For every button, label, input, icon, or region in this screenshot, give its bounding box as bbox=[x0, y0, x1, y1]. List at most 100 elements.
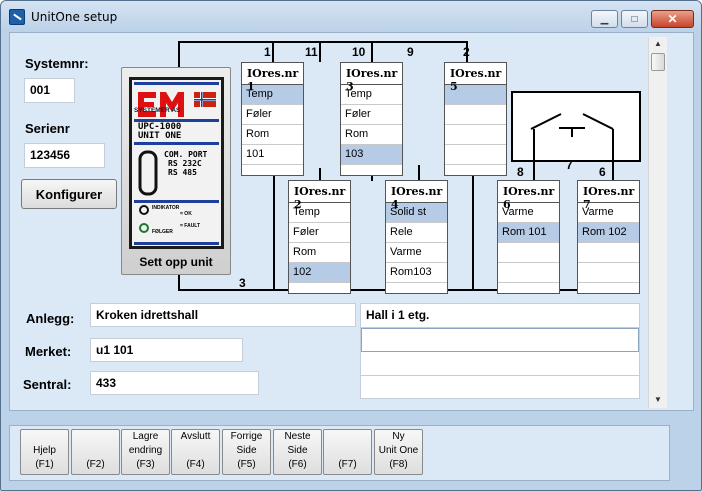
iores-title: IOres.nr 5 bbox=[445, 63, 506, 93]
iores-row[interactable]: Rom bbox=[341, 125, 402, 145]
iores-title: IOres.nr 6 bbox=[498, 181, 559, 211]
fkey-label: (F2) bbox=[86, 459, 105, 470]
fkey-f6-button[interactable]: Neste Side (F6) bbox=[273, 429, 322, 475]
iores-title: IOres.nr 1 bbox=[242, 63, 303, 93]
fkey-f3-button[interactable]: Lagre endring (F3) bbox=[121, 429, 170, 475]
scroll-up-icon[interactable]: ▲ bbox=[649, 37, 667, 51]
iores-row[interactable] bbox=[445, 105, 506, 125]
unit-model-line2: UNIT ONE bbox=[138, 131, 182, 141]
iores-row[interactable]: 102 bbox=[289, 263, 350, 283]
merket-field[interactable]: u1 101 bbox=[90, 338, 243, 362]
wire-number-1: 1 bbox=[264, 45, 271, 59]
iores-title: IOres.nr 2 bbox=[289, 181, 350, 211]
iores-title: IOres.nr 3 bbox=[341, 63, 402, 93]
fkey-f5-button[interactable]: Forrige Side (F5) bbox=[222, 429, 271, 475]
iores-row[interactable]: Rom103 bbox=[386, 263, 447, 283]
fkey-label: (F3) bbox=[136, 459, 155, 470]
unit-configure-button[interactable]: SYSTEMER AS UPC-1000 UNIT ONE COM. PORT … bbox=[121, 67, 231, 275]
iores-row[interactable] bbox=[289, 283, 350, 293]
merket-label: Merket: bbox=[25, 344, 72, 359]
iores-row[interactable]: Varme bbox=[386, 243, 447, 263]
iores-row[interactable] bbox=[341, 165, 402, 175]
iores-row[interactable]: Rom 102 bbox=[578, 223, 639, 243]
iores-box-4[interactable]: IOres.nr 4 Solid st Rele Varme Rom103 bbox=[385, 180, 448, 294]
sentral-field[interactable]: 433 bbox=[90, 371, 259, 395]
iores-box-3[interactable]: IOres.nr 3 Temp Føler Rom 103 bbox=[340, 62, 403, 176]
fkey-label: Side bbox=[287, 445, 308, 456]
app-window: UnitOne setup ▁ □ ✕ Systemnr: 001 Serien… bbox=[0, 0, 702, 491]
iores-row[interactable] bbox=[578, 283, 639, 293]
notes-line[interactable] bbox=[361, 328, 639, 352]
fkey-label: (F4) bbox=[186, 459, 205, 470]
fkey-label: Lagre bbox=[132, 431, 159, 442]
iores-row[interactable] bbox=[498, 283, 559, 293]
fkey-label bbox=[72, 430, 119, 444]
fkey-label bbox=[324, 430, 371, 444]
fkey-f4-button[interactable]: Avslutt (F4) bbox=[171, 429, 220, 475]
iores-row[interactable]: Temp bbox=[242, 85, 303, 105]
iores-box-5[interactable]: IOres.nr 5 bbox=[444, 62, 507, 176]
iores-box-6[interactable]: IOres.nr 6 Varme Rom 101 bbox=[497, 180, 560, 294]
unit-rs232: RS 232C bbox=[168, 159, 202, 168]
notes-field[interactable]: Hall i 1 etg. bbox=[360, 303, 640, 399]
iores-row[interactable] bbox=[242, 165, 303, 175]
iores-row[interactable]: Føler bbox=[242, 105, 303, 125]
unit-device-image: SYSTEMER AS UPC-1000 UNIT ONE COM. PORT … bbox=[129, 77, 224, 249]
notes-line[interactable] bbox=[361, 376, 639, 400]
fkey-label: Hjelp bbox=[33, 445, 56, 456]
anlegg-label: Anlegg: bbox=[26, 311, 75, 326]
wire-number-3: 3 bbox=[239, 276, 246, 290]
scroll-thumb[interactable] bbox=[651, 53, 665, 71]
fkey-label: (F6) bbox=[288, 459, 307, 470]
iores-row[interactable]: Rom bbox=[242, 125, 303, 145]
fkey-f7-button[interactable]: (F7) bbox=[323, 429, 372, 475]
unit-rs485: RS 485 bbox=[168, 168, 197, 177]
scroll-down-icon[interactable]: ▼ bbox=[649, 393, 667, 407]
iores-row[interactable]: Varme bbox=[498, 203, 559, 223]
iores-row[interactable]: Rom bbox=[289, 243, 350, 263]
wire-number-6: 6 bbox=[599, 165, 606, 179]
wire-number-7: 7 bbox=[566, 158, 573, 172]
fkey-label: Neste bbox=[284, 431, 311, 442]
iores-row[interactable] bbox=[498, 243, 559, 263]
iores-row[interactable] bbox=[445, 125, 506, 145]
fkey-label: Forrige bbox=[230, 431, 263, 442]
iores-row[interactable] bbox=[445, 165, 506, 175]
iores-row[interactable]: Rele bbox=[386, 223, 447, 243]
fkey-f8-button[interactable]: Ny Unit One (F8) bbox=[374, 429, 423, 475]
notes-line[interactable]: Hall i 1 etg. bbox=[361, 304, 639, 328]
iores-row[interactable]: Føler bbox=[341, 105, 402, 125]
iores-row[interactable] bbox=[386, 283, 447, 293]
wire-number-8: 8 bbox=[517, 165, 524, 179]
iores-box-2[interactable]: IOres.nr 2 Temp Føler Rom 102 bbox=[288, 180, 351, 294]
iores-row[interactable] bbox=[445, 145, 506, 165]
fkey-label: Side bbox=[236, 445, 257, 456]
iores-row[interactable] bbox=[578, 263, 639, 283]
fkey-label: endring bbox=[128, 445, 163, 456]
iores-row[interactable] bbox=[498, 263, 559, 283]
iores-row[interactable]: Rom 101 bbox=[498, 223, 559, 243]
iores-row[interactable]: Solid st bbox=[386, 203, 447, 223]
fkey-label: Avslutt bbox=[180, 431, 211, 442]
iores-box-7[interactable]: IOres.nr 7 Varme Rom 102 bbox=[577, 180, 640, 294]
iores-row[interactable]: 103 bbox=[341, 145, 402, 165]
iores-title: IOres.nr 7 bbox=[578, 181, 639, 211]
fkey-f1-button[interactable]: Hjelp (F1) bbox=[20, 429, 69, 475]
iores-row[interactable]: Temp bbox=[289, 203, 350, 223]
anlegg-field[interactable]: Kroken idrettshall bbox=[90, 303, 356, 327]
fkey-f2-button[interactable]: (F2) bbox=[71, 429, 120, 475]
fkey-label bbox=[72, 444, 119, 458]
fkey-label bbox=[324, 444, 371, 458]
iores-row[interactable]: Varme bbox=[578, 203, 639, 223]
iores-row[interactable] bbox=[578, 243, 639, 263]
iores-row[interactable]: Føler bbox=[289, 223, 350, 243]
vertical-scrollbar[interactable]: ▲ ▼ bbox=[648, 37, 667, 408]
wire-number-11: 11 bbox=[305, 45, 318, 59]
iores-box-1[interactable]: IOres.nr 1 Temp Føler Rom 101 bbox=[241, 62, 304, 176]
notes-line[interactable] bbox=[361, 352, 639, 376]
unit-com-port: COM. PORT bbox=[164, 150, 208, 159]
iores-row[interactable]: Temp bbox=[341, 85, 402, 105]
iores-row[interactable]: 101 bbox=[242, 145, 303, 165]
wire-number-9: 9 bbox=[407, 45, 414, 59]
sett-opp-unit-label: Sett opp unit bbox=[139, 255, 213, 269]
